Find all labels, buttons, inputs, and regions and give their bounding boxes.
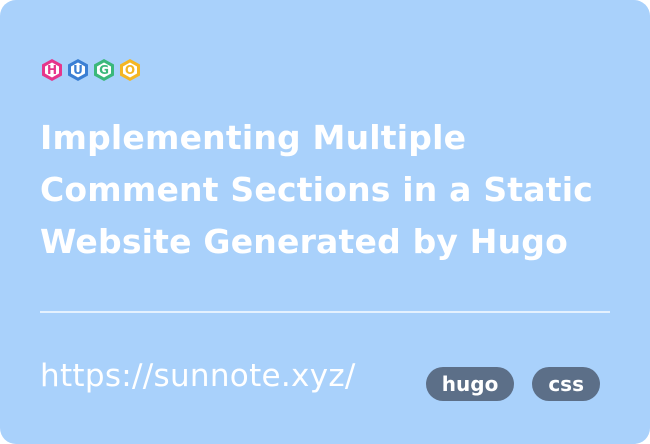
share-card: H U G O Implementing Multiple Comment Se… (0, 0, 650, 444)
hugo-logo-letter: O (124, 63, 136, 77)
hugo-logo: H U G O (40, 58, 142, 82)
hugo-logo-g: G (92, 58, 116, 82)
hugo-logo-h: H (40, 58, 64, 82)
tag-hugo[interactable]: hugo (425, 367, 515, 401)
hugo-logo-letter: H (46, 63, 58, 77)
divider (40, 311, 610, 313)
hugo-logo-letter: U (73, 63, 83, 77)
hugo-logo-o: O (118, 58, 142, 82)
tag-css[interactable]: css (532, 367, 600, 401)
tag-list: hugo css (425, 367, 600, 401)
hugo-logo-letter: G (99, 63, 109, 77)
site-url-link[interactable]: https://sunnote.xyz/ (40, 356, 356, 396)
post-title: Implementing Multiple Comment Sections i… (40, 118, 594, 261)
hugo-logo-u: U (66, 58, 90, 82)
